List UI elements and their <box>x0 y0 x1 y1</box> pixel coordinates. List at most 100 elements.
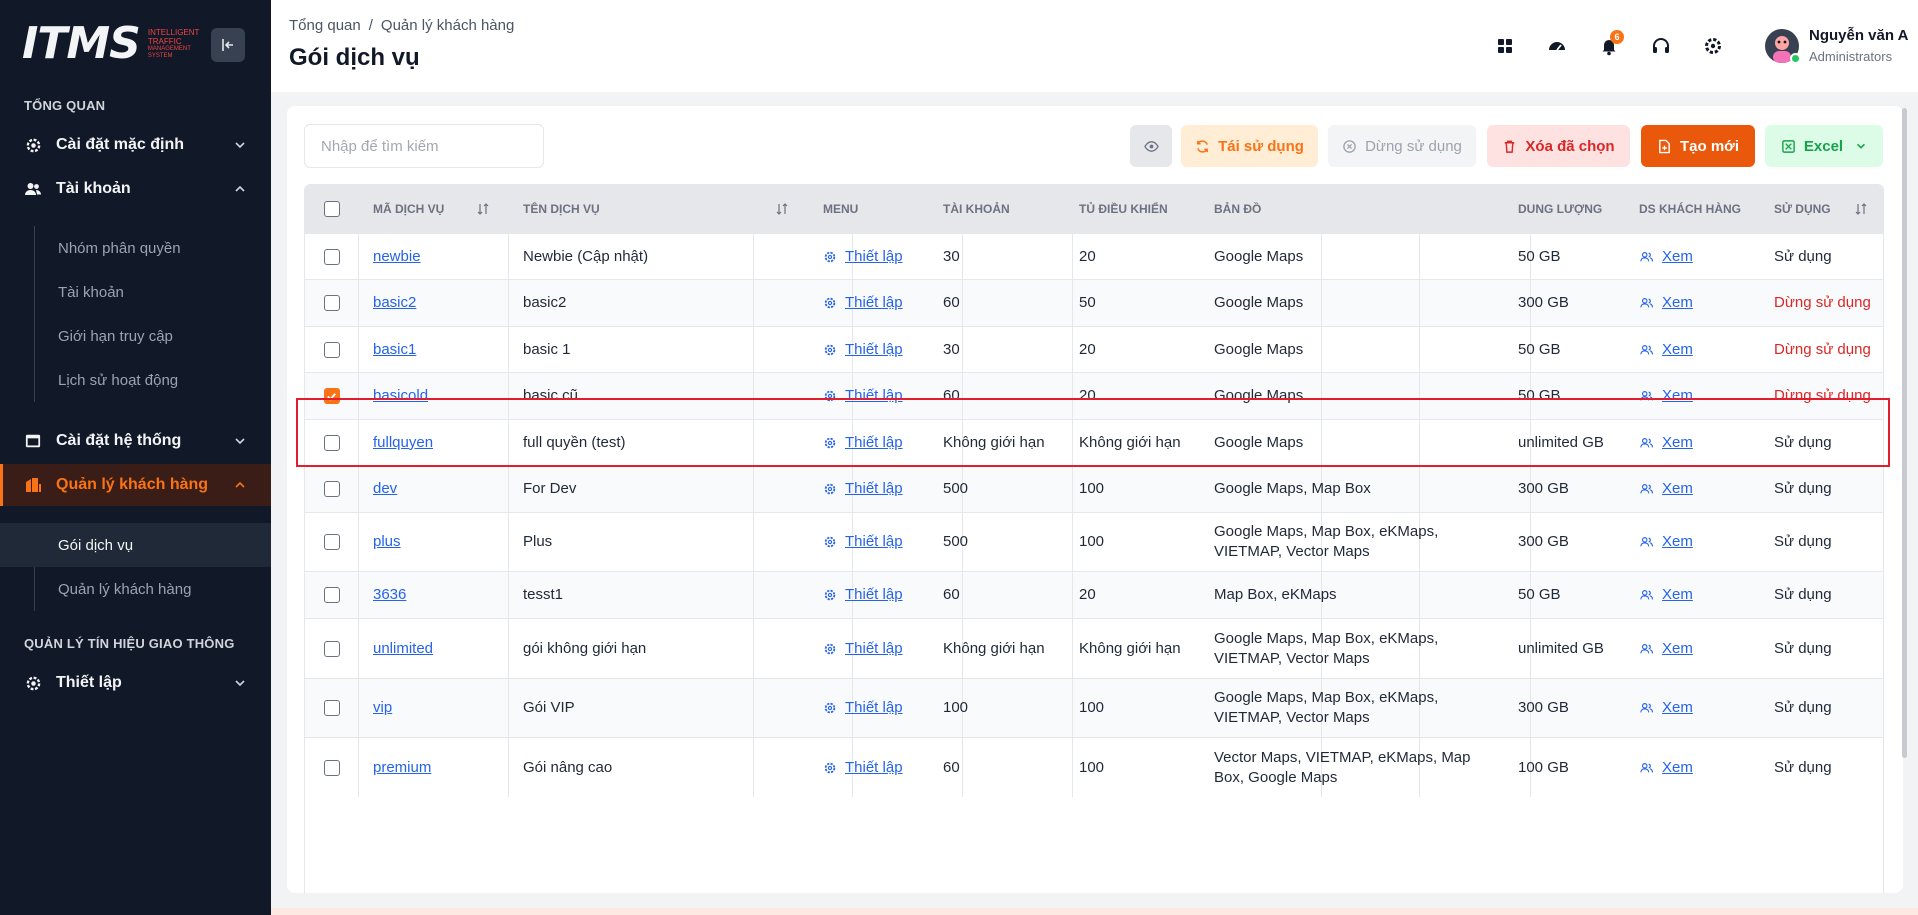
view-customers-link[interactable]: Xem <box>1639 340 1693 360</box>
delete-selected-button[interactable]: Xóa đã chọn <box>1487 125 1630 167</box>
settings-button[interactable] <box>1699 32 1727 60</box>
service-code-link[interactable]: plus <box>373 532 401 552</box>
view-customers-link[interactable]: Xem <box>1639 479 1693 499</box>
app-logo[interactable]: ITMS INTELLIGENT TRAFFIC MANAGEMENT SYST… <box>22 22 206 66</box>
dashboard-button[interactable] <box>1543 32 1571 60</box>
breadcrumb-item-customer-management[interactable]: Quản lý khách hàng <box>381 17 514 34</box>
view-customers-link[interactable]: Xem <box>1639 433 1693 453</box>
view-customers-link[interactable]: Xem <box>1639 247 1693 267</box>
sort-icon[interactable] <box>776 203 788 215</box>
create-new-button[interactable]: Tạo mới <box>1641 125 1755 167</box>
view-customers-link[interactable]: Xem <box>1639 386 1693 406</box>
row-checkbox[interactable] <box>323 587 340 603</box>
menu-setup-link[interactable]: Thiết lập <box>823 585 903 605</box>
service-code-link[interactable]: 3636 <box>373 585 406 605</box>
table-row[interactable]: premium Gói nâng cao Thiết lập 60 100 Vector … <box>305 737 1883 797</box>
table-row[interactable]: unlimited gói không giới hạn Thiết lập Khôn… <box>305 618 1883 678</box>
reuse-button[interactable]: Tái sử dụng <box>1181 125 1318 167</box>
view-customers-link[interactable]: Xem <box>1639 758 1693 778</box>
sort-icon[interactable] <box>477 203 489 215</box>
header-name[interactable]: TÊN DỊCH VỤ <box>523 185 600 233</box>
row-checkbox[interactable] <box>323 534 340 550</box>
user-name[interactable]: Nguyễn văn A <box>1809 27 1908 44</box>
apps-button[interactable] <box>1491 32 1519 60</box>
table-row[interactable]: vip Gói VIP Thiết lập 100 100 Google Maps, Ma… <box>305 678 1883 737</box>
table-row[interactable]: plus Plus Thiết lập 500 100 Google Maps, Map … <box>305 512 1883 571</box>
row-checkbox[interactable] <box>323 700 340 716</box>
menu-setup-link[interactable]: Thiết lập <box>823 293 903 313</box>
sidebar-subitem-service-packages[interactable]: Gói dịch vụ <box>0 523 271 567</box>
service-code-link[interactable]: newbie <box>373 247 421 267</box>
sort-icon[interactable] <box>1855 203 1867 215</box>
row-select-cell <box>305 738 358 797</box>
toggle-columns-button[interactable] <box>1130 125 1172 167</box>
maps-value: Google Maps <box>1214 387 1304 404</box>
service-code-link[interactable]: basic2 <box>373 293 416 313</box>
header-controllers: TỦ ĐIỀU KHIỂN <box>1079 202 1168 216</box>
excel-export-button[interactable]: Excel <box>1765 125 1883 167</box>
sidebar-item-setup[interactable]: Thiết lập <box>0 662 271 704</box>
row-checkbox[interactable] <box>323 759 340 776</box>
table-row[interactable]: fullquyen full quyền (test) Thiết lập Không… <box>305 419 1883 465</box>
sidebar-item-account[interactable]: Tài khoản <box>0 168 271 210</box>
service-code-link[interactable]: basicold <box>373 386 428 406</box>
view-customers-link[interactable]: Xem <box>1639 639 1693 659</box>
table-row[interactable]: newbie Newbie (Cập nhật) Thiết lập 30 20 Goog… <box>305 233 1883 279</box>
sidebar-item-default-settings[interactable]: Cài đặt mặc định <box>0 124 271 166</box>
column-divider <box>508 513 509 571</box>
row-checkbox[interactable] <box>323 388 340 404</box>
accounts-value: 30 <box>943 340 960 358</box>
menu-setup-link[interactable]: Thiết lập <box>823 340 903 360</box>
breadcrumb-item-overview[interactable]: Tổng quan <box>289 17 361 34</box>
row-checkbox[interactable] <box>323 434 340 451</box>
sidebar-subitem-accounts[interactable]: Tài khoản <box>0 270 271 314</box>
service-code-link[interactable]: fullquyen <box>373 433 433 453</box>
service-code-link[interactable]: basic1 <box>373 340 416 360</box>
header-code[interactable]: MÃ DỊCH VỤ <box>373 185 444 233</box>
service-code-link[interactable]: vip <box>373 698 392 718</box>
sidebar-item-system-settings[interactable]: Cài đặt hệ thống <box>0 420 271 462</box>
row-checkbox[interactable] <box>323 640 340 657</box>
menu-setup-label: Thiết lập <box>845 340 903 358</box>
sidebar-item-customer-management[interactable]: Quản lý khách hàng <box>0 464 271 506</box>
table-row[interactable]: basic1 basic 1 Thiết lập 30 20 Google Maps 50 … <box>305 326 1883 372</box>
row-checkbox[interactable] <box>323 481 340 497</box>
sidebar-subitem-customers[interactable]: Quản lý khách hàng <box>0 567 271 611</box>
row-checkbox[interactable] <box>323 248 340 265</box>
sidebar-subitem-permission-groups[interactable]: Nhóm phân quyền <box>0 226 271 270</box>
table-row[interactable]: 3636 tesst1 Thiết lập 60 20 Map Box, eKMaps 50… <box>305 571 1883 618</box>
menu-setup-link[interactable]: Thiết lập <box>823 386 903 406</box>
service-code-link[interactable]: dev <box>373 479 397 499</box>
notifications-button[interactable]: 6 <box>1595 30 1624 60</box>
table-row[interactable]: basicold basic cũ Thiết lập 60 20 Google Maps… <box>305 372 1883 419</box>
collapse-sidebar-button[interactable] <box>211 28 245 62</box>
menu-setup-link[interactable]: Thiết lập <box>823 758 903 778</box>
column-divider <box>508 420 509 465</box>
view-customers-link[interactable]: Xem <box>1639 293 1693 313</box>
menu-setup-link[interactable]: Thiết lập <box>823 479 903 499</box>
menu-setup-link[interactable]: Thiết lập <box>823 247 903 267</box>
row-checkbox[interactable] <box>323 341 340 358</box>
select-all-checkbox[interactable] <box>323 201 340 217</box>
sidebar-subitem-activity-history[interactable]: Lịch sử hoạt động <box>0 358 271 402</box>
sidebar-subitem-access-limit[interactable]: Giới hạn truy cập <box>0 314 271 358</box>
stop-use-button[interactable]: Dừng sử dụng <box>1328 125 1476 167</box>
menu-setup-link[interactable]: Thiết lập <box>823 532 903 552</box>
menu-setup-link[interactable]: Thiết lập <box>823 698 903 718</box>
service-code-link[interactable]: premium <box>373 758 431 778</box>
table-row[interactable]: basic2 basic2 Thiết lập 60 50 Google Maps 300 … <box>305 279 1883 326</box>
service-code-link[interactable]: unlimited <box>373 639 433 659</box>
view-customers-link[interactable]: Xem <box>1639 585 1693 605</box>
header-status[interactable]: SỬ DỤNG <box>1774 185 1831 233</box>
table-row[interactable]: dev For Dev Thiết lập 500 100 Google Maps, Ma… <box>305 465 1883 512</box>
page-scrollbar[interactable] <box>1902 108 1907 758</box>
stop-use-label: Dừng sử dụng <box>1365 137 1462 155</box>
search-input[interactable] <box>304 124 544 168</box>
view-customers-link[interactable]: Xem <box>1639 532 1693 552</box>
row-checkbox[interactable] <box>323 295 340 311</box>
support-button[interactable] <box>1647 32 1675 60</box>
menu-setup-link[interactable]: Thiết lập <box>823 639 903 659</box>
select-all-cell <box>305 185 358 233</box>
view-customers-link[interactable]: Xem <box>1639 698 1693 718</box>
menu-setup-link[interactable]: Thiết lập <box>823 433 903 453</box>
